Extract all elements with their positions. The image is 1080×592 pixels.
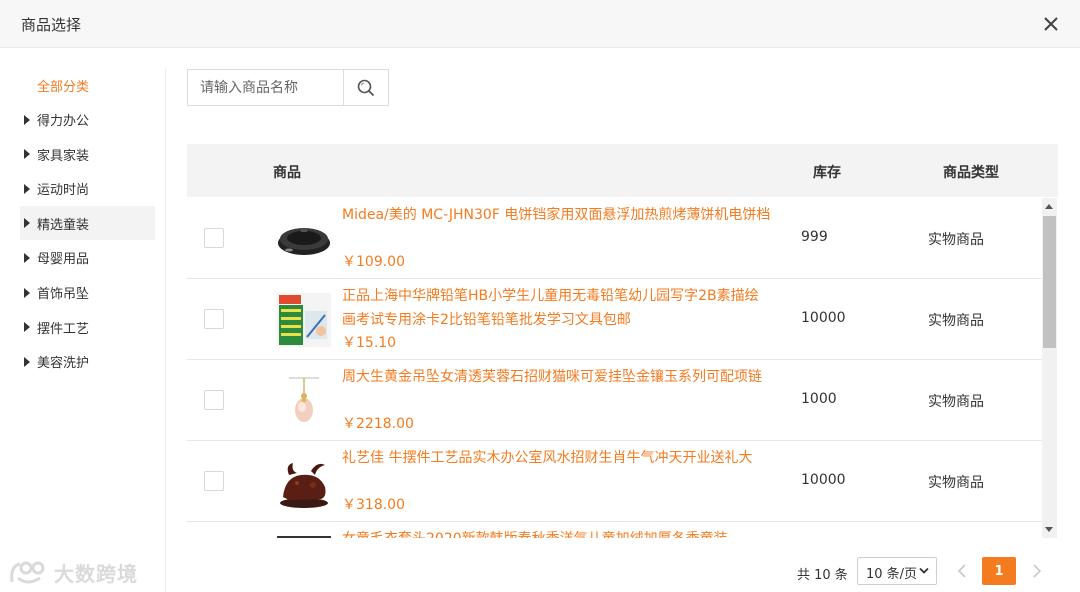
- table-row: Midea/美的 MC-JHN30F 电饼铛家用双面悬浮加热煎烤薄饼机电饼档 ￥…: [187, 198, 1042, 279]
- next-page-icon[interactable]: [1026, 561, 1046, 581]
- product-stock: 999: [801, 229, 828, 245]
- dialog-header: 商品选择: [0, 0, 1080, 48]
- product-image-griddle: [278, 228, 330, 255]
- page-size-select[interactable]: 10 条/页: [857, 557, 937, 585]
- sidebar-item-label: 运动时尚: [37, 183, 90, 199]
- product-type: 实物商品: [928, 232, 984, 248]
- product-stock: 1000: [801, 391, 837, 407]
- caret-right-icon: [24, 218, 30, 229]
- sidebar-item-label: 精选童装: [37, 217, 90, 233]
- prev-page-icon[interactable]: [953, 561, 973, 581]
- sidebar-item-baby[interactable]: 母婴用品: [20, 241, 155, 275]
- watermark: 大数跨境: [8, 557, 138, 587]
- caret-right-icon: [24, 149, 30, 160]
- caret-right-icon: [24, 252, 30, 263]
- sidebar-item-label: 母婴用品: [37, 252, 90, 268]
- product-name-link[interactable]: 女童毛衣套头2020新款韩版春秋季洋气儿童加绒加厚冬季童装: [342, 527, 772, 538]
- product-type: 实物商品: [928, 313, 984, 329]
- product-image-pendant: [289, 377, 319, 422]
- search-box: [187, 69, 389, 106]
- sidebar-item-label: 全部分类: [37, 79, 90, 95]
- table-row: 正品上海中华牌铅笔HB小学生儿童用无毒铅笔幼儿园写字2B素描绘画考试专用涂卡2比…: [187, 279, 1042, 360]
- caret-right-icon: [24, 356, 30, 367]
- category-sidebar: 全部分类 得力办公 家具家装 运动时尚 精选童装 母婴用品 首饰吊坠 摆件工艺 …: [20, 68, 166, 592]
- sidebar-item-beauty[interactable]: 美容洗护: [20, 345, 155, 379]
- product-image-ox-carving: [280, 463, 328, 508]
- caret-right-icon: [24, 287, 30, 298]
- product-name-link[interactable]: 周大生黄金吊坠女清透芙蓉石招财猫咪可爱挂坠金镶玉系列可配项链: [342, 365, 772, 389]
- table-row: 女童毛衣套头2020新款韩版春秋季洋气儿童加绒加厚冬季童装: [187, 522, 1042, 538]
- sidebar-item-sports[interactable]: 运动时尚: [20, 172, 155, 206]
- column-header-type: 商品类型: [943, 165, 999, 181]
- table-header: 商品 库存 商品类型: [187, 144, 1058, 197]
- product-type: 实物商品: [928, 394, 984, 410]
- product-table-body: Midea/美的 MC-JHN30F 电饼铛家用双面悬浮加热煎烤薄饼机电饼档 ￥…: [187, 198, 1042, 538]
- scroll-down-icon[interactable]: [1045, 527, 1053, 532]
- product-price: ￥109.00: [342, 254, 405, 270]
- product-price: ￥318.00: [342, 497, 405, 513]
- product-price: ￥15.10: [342, 335, 397, 351]
- scroll-up-icon[interactable]: [1045, 204, 1053, 209]
- sidebar-item-kids-wear[interactable]: 精选童装: [20, 206, 155, 241]
- column-header-stock: 库存: [813, 165, 841, 181]
- product-name-link[interactable]: 礼艺佳 牛摆件工艺品实木办公室风水招财生肖牛气冲天开业送礼大: [342, 446, 772, 470]
- chevron-down-icon: [919, 567, 929, 574]
- product-name-link[interactable]: Midea/美的 MC-JHN30F 电饼铛家用双面悬浮加热煎烤薄饼机电饼档: [342, 203, 772, 227]
- product-stock: 10000: [801, 310, 846, 326]
- page-number-button[interactable]: 1: [982, 557, 1016, 585]
- watermark-text: 大数跨境: [54, 561, 138, 586]
- row-checkbox[interactable]: [204, 309, 224, 329]
- sidebar-item-label: 首饰吊坠: [37, 287, 90, 303]
- sidebar-item-crafts[interactable]: 摆件工艺: [20, 310, 155, 344]
- search-button[interactable]: [343, 70, 388, 105]
- row-checkbox[interactable]: [204, 471, 224, 491]
- table-row: 周大生黄金吊坠女清透芙蓉石招财猫咪可爱挂坠金镶玉系列可配项链 ￥2218.00 …: [187, 360, 1042, 441]
- table-row: 礼艺佳 牛摆件工艺品实木办公室风水招财生肖牛气冲天开业送礼大 ￥318.00 1…: [187, 441, 1042, 522]
- close-icon[interactable]: [1040, 13, 1062, 35]
- product-image-pencils: [277, 293, 331, 347]
- sidebar-item-label: 摆件工艺: [37, 321, 90, 337]
- dialog-title: 商品选择: [21, 16, 82, 34]
- caret-right-icon: [24, 183, 30, 194]
- caret-right-icon: [24, 114, 30, 125]
- sidebar-item-label: 家具家装: [37, 148, 90, 164]
- sidebar-item-label: 美容洗护: [37, 356, 90, 372]
- product-image-sweater: [277, 536, 331, 538]
- scrollbar-thumb[interactable]: [1043, 216, 1056, 348]
- row-checkbox[interactable]: [204, 228, 224, 248]
- sidebar-item-all[interactable]: 全部分类: [20, 68, 155, 102]
- watermark-logo-icon: [10, 561, 45, 584]
- sidebar-item-furniture[interactable]: 家具家装: [20, 137, 155, 171]
- sidebar-item-label: 得力办公: [37, 114, 90, 130]
- product-name-link[interactable]: 正品上海中华牌铅笔HB小学生儿童用无毒铅笔幼儿园写字2B素描绘画考试专用涂卡2比…: [342, 284, 772, 332]
- pagination-total: 共 10 条: [797, 568, 848, 583]
- search-input[interactable]: [188, 70, 344, 105]
- row-checkbox[interactable]: [204, 390, 224, 410]
- caret-right-icon: [24, 322, 30, 333]
- sidebar-item-deli-office[interactable]: 得力办公: [20, 103, 155, 137]
- product-stock: 10000: [801, 472, 846, 488]
- column-header-product: 商品: [273, 165, 301, 181]
- product-price: ￥2218.00: [342, 416, 414, 432]
- search-icon: [357, 79, 375, 96]
- sidebar-item-jewelry[interactable]: 首饰吊坠: [20, 276, 155, 310]
- product-type: 实物商品: [928, 475, 984, 491]
- table-scrollbar[interactable]: [1042, 198, 1057, 538]
- page-size-value: 10 条/页: [866, 567, 918, 582]
